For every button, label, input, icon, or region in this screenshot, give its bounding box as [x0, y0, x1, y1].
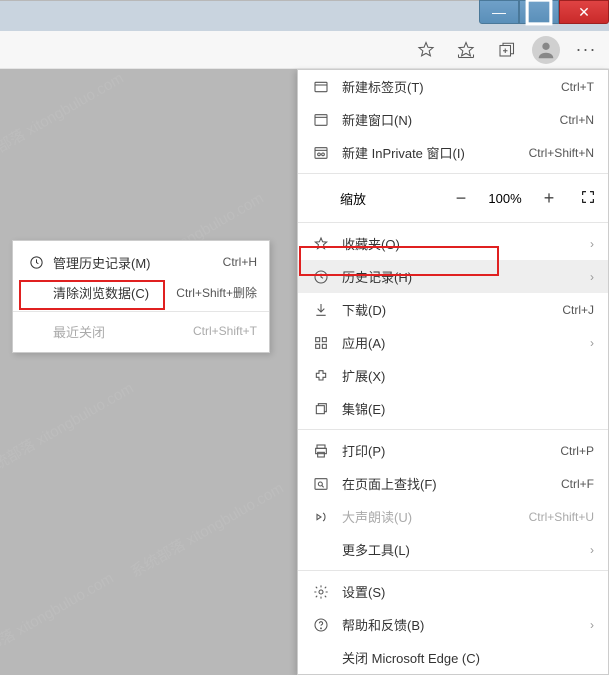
- submenu-shortcut: Ctrl+H: [223, 255, 257, 269]
- menu-label: 新建标签页(T): [342, 77, 561, 96]
- page-background: 系统部落 xitongbuluo.com 系统部落 xitongbuluo.co…: [0, 69, 297, 657]
- menu-label: 设置(S): [342, 582, 594, 601]
- menu-shortcut: Ctrl+Shift+U: [529, 510, 594, 524]
- watermark: 系统部落 xitongbuluo.com: [126, 477, 287, 582]
- menu-close-edge[interactable]: 关闭 Microsoft Edge (C): [298, 641, 608, 674]
- menu-label: 帮助和反馈(B): [342, 615, 582, 634]
- menu-label: 下载(D): [342, 300, 562, 319]
- menu-new-window[interactable]: 新建窗口(N) Ctrl+N: [298, 103, 608, 136]
- history-icon: [310, 269, 332, 285]
- gear-icon: [310, 584, 332, 600]
- zoom-out-button[interactable]: −: [442, 188, 480, 209]
- zoom-value: 100%: [480, 191, 530, 206]
- main-menu: 新建标签页(T) Ctrl+T 新建窗口(N) Ctrl+N 新建 InPriv…: [297, 69, 609, 675]
- zoom-row: 缩放 − 100% +: [298, 178, 608, 218]
- help-icon: [310, 617, 332, 633]
- chevron-right-icon: ›: [590, 336, 594, 350]
- favorites-icon[interactable]: [449, 33, 483, 67]
- menu-shortcut: Ctrl+N: [560, 113, 594, 127]
- chevron-right-icon: ›: [590, 618, 594, 632]
- menu-separator: [298, 429, 608, 430]
- menu-print[interactable]: 打印(P) Ctrl+P: [298, 434, 608, 467]
- download-icon: [310, 302, 332, 318]
- menu-new-tab[interactable]: 新建标签页(T) Ctrl+T: [298, 70, 608, 103]
- star-add-icon[interactable]: [409, 33, 443, 67]
- read-aloud-icon: [310, 509, 332, 525]
- menu-label: 扩展(X): [342, 366, 594, 385]
- menu-separator: [13, 311, 269, 312]
- history-submenu: 管理历史记录(M) Ctrl+H 清除浏览数据(C) Ctrl+Shift+删除…: [12, 240, 270, 353]
- star-icon: [310, 236, 332, 252]
- toolbar: ···: [0, 31, 609, 69]
- more-button[interactable]: ···: [569, 33, 603, 67]
- close-button[interactable]: ✕: [559, 0, 609, 24]
- menu-label: 打印(P): [342, 441, 560, 460]
- menu-separator: [298, 570, 608, 571]
- window-controls: — ✕: [479, 0, 609, 24]
- menu-shortcut: Ctrl+P: [560, 444, 594, 458]
- submenu-label: 最近关闭: [53, 322, 193, 341]
- submenu-label: 清除浏览数据(C): [53, 283, 176, 302]
- chevron-right-icon: ›: [590, 543, 594, 557]
- menu-more-tools[interactable]: 更多工具(L) ›: [298, 533, 608, 566]
- menu-label: 大声朗读(U): [342, 507, 529, 526]
- menu-label: 应用(A): [342, 333, 582, 352]
- menu-shortcut: Ctrl+T: [561, 80, 594, 94]
- profile-avatar[interactable]: [529, 33, 563, 67]
- submenu-shortcut: Ctrl+Shift+T: [193, 324, 257, 338]
- new-tab-icon: [310, 79, 332, 95]
- history-icon: [25, 255, 47, 270]
- menu-separator: [298, 222, 608, 223]
- menu-favorites[interactable]: 收藏夹(O) ›: [298, 227, 608, 260]
- menu-shortcut: Ctrl+J: [562, 303, 594, 317]
- submenu-recently-closed: 最近关闭 Ctrl+Shift+T: [13, 316, 269, 346]
- submenu-shortcut: Ctrl+Shift+删除: [176, 284, 257, 301]
- watermark: 系统部落 xitongbuluo.com: [0, 567, 117, 672]
- menu-apps[interactable]: 应用(A) ›: [298, 326, 608, 359]
- menu-new-inprivate[interactable]: 新建 InPrivate 窗口(I) Ctrl+Shift+N: [298, 136, 608, 169]
- menu-label: 收藏夹(O): [342, 234, 582, 253]
- collections-icon[interactable]: [489, 33, 523, 67]
- new-window-icon: [310, 112, 332, 128]
- menu-history[interactable]: 历史记录(H) ›: [298, 260, 608, 293]
- menu-help[interactable]: 帮助和反馈(B) ›: [298, 608, 608, 641]
- maximize-button[interactable]: [519, 0, 559, 24]
- menu-separator: [298, 173, 608, 174]
- print-icon: [310, 443, 332, 459]
- menu-label: 关闭 Microsoft Edge (C): [342, 648, 594, 667]
- apps-icon: [310, 335, 332, 351]
- menu-label: 新建窗口(N): [342, 110, 560, 129]
- watermark: 系统部落 xitongbuluo.com: [0, 377, 137, 482]
- submenu-manage-history[interactable]: 管理历史记录(M) Ctrl+H: [13, 247, 269, 277]
- menu-collections[interactable]: 集锦(E): [298, 392, 608, 425]
- minimize-button[interactable]: —: [479, 0, 519, 24]
- extensions-icon: [310, 368, 332, 384]
- menu-label: 集锦(E): [342, 399, 594, 418]
- submenu-clear-data[interactable]: 清除浏览数据(C) Ctrl+Shift+删除: [13, 277, 269, 307]
- menu-label: 历史记录(H): [342, 267, 582, 286]
- menu-label: 在页面上查找(F): [342, 474, 561, 493]
- menu-downloads[interactable]: 下载(D) Ctrl+J: [298, 293, 608, 326]
- fullscreen-button[interactable]: [568, 189, 608, 208]
- chevron-right-icon: ›: [590, 270, 594, 284]
- submenu-label: 管理历史记录(M): [53, 253, 223, 272]
- menu-shortcut: Ctrl+F: [561, 477, 594, 491]
- menu-label: 新建 InPrivate 窗口(I): [342, 143, 529, 162]
- chevron-right-icon: ›: [590, 237, 594, 251]
- find-icon: [310, 476, 332, 492]
- menu-shortcut: Ctrl+Shift+N: [529, 146, 594, 160]
- menu-extensions[interactable]: 扩展(X): [298, 359, 608, 392]
- collections-icon: [310, 401, 332, 417]
- watermark: 系统部落 xitongbuluo.com: [0, 67, 127, 172]
- inprivate-icon: [310, 145, 332, 161]
- menu-read-aloud: 大声朗读(U) Ctrl+Shift+U: [298, 500, 608, 533]
- menu-settings[interactable]: 设置(S): [298, 575, 608, 608]
- menu-find[interactable]: 在页面上查找(F) Ctrl+F: [298, 467, 608, 500]
- zoom-in-button[interactable]: +: [530, 188, 568, 209]
- menu-label: 更多工具(L): [342, 540, 582, 559]
- zoom-label: 缩放: [340, 189, 442, 208]
